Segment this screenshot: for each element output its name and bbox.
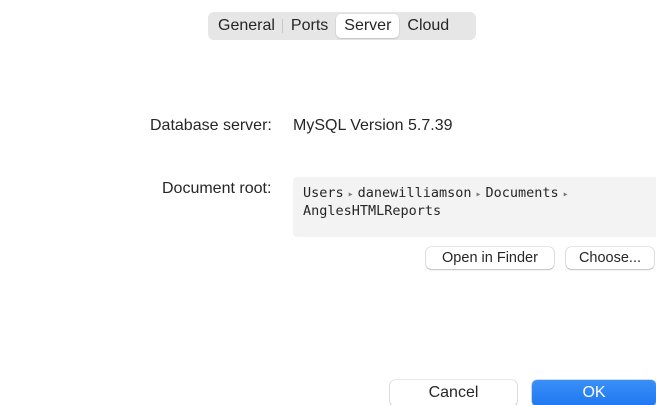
database-server-value: MySQL Version 5.7.39 [293,117,453,134]
path-component-folder: AnglesHTMLReports [303,203,442,219]
path-separator-icon: ▸ [562,189,569,200]
path-component-documents: Documents [485,185,559,201]
tab-cloud[interactable]: Cloud [399,14,457,38]
preferences-window: General Ports Server Cloud Database serv… [0,0,656,405]
preferences-tab-bar: General Ports Server Cloud [208,12,476,40]
tab-general[interactable]: General [210,14,283,38]
path-component-user: danewilliamson [357,185,472,201]
choose-button[interactable]: Choose... [566,247,654,269]
tab-server[interactable]: Server [336,14,400,38]
cancel-button[interactable]: Cancel [390,380,517,405]
path-component-users: Users [303,185,344,201]
database-server-label: Database server: [150,117,272,134]
document-root-label: Document root: [162,180,272,197]
document-root-path: Users ▸ danewilliamson ▸ Documents ▸ AnglesHTM… [293,177,656,237]
tab-ports[interactable]: Ports [283,14,336,38]
open-in-finder-button[interactable]: Open in Finder [426,247,554,269]
path-separator-icon: ▸ [347,189,354,200]
path-separator-icon: ▸ [475,189,482,200]
ok-button[interactable]: OK [532,380,656,405]
